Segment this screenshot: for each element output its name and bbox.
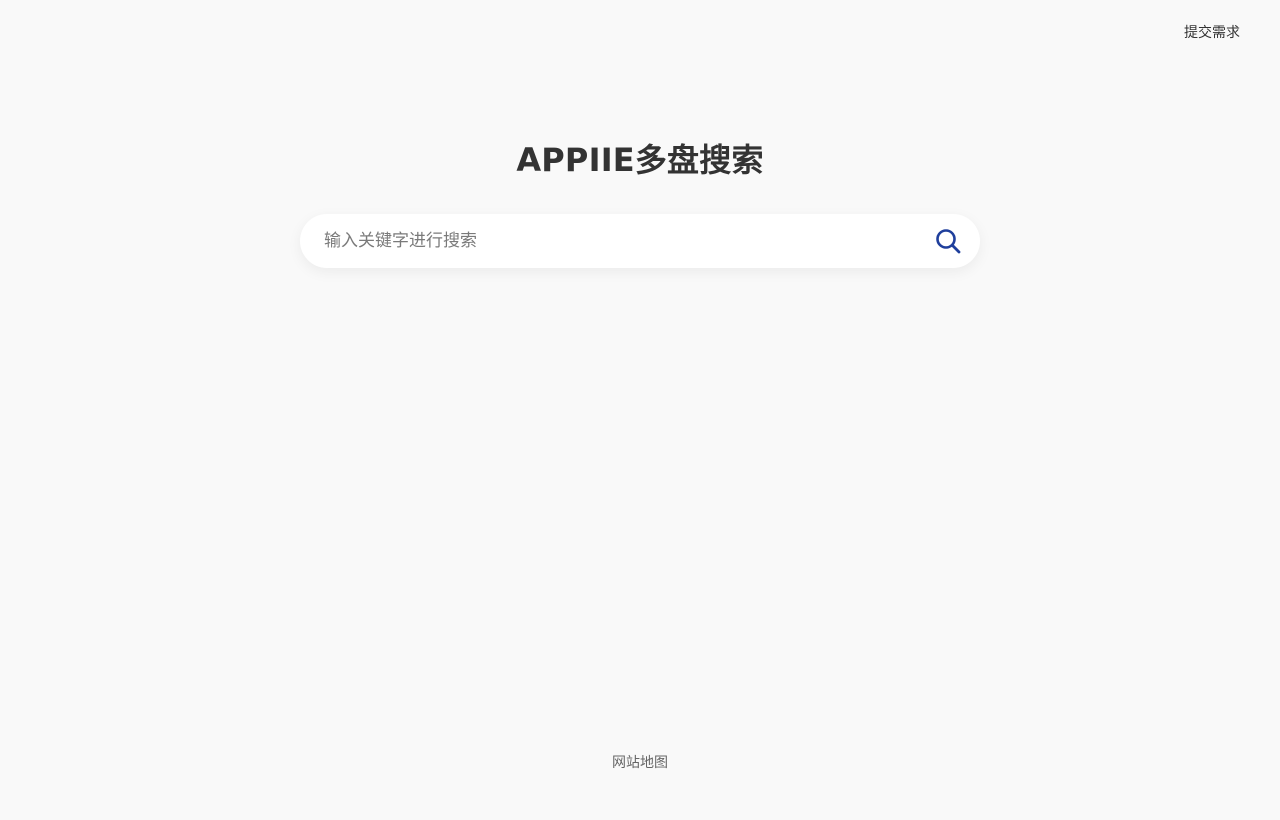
site-title: APPIIE多盘搜索 xyxy=(516,141,764,179)
footer: 网站地图 xyxy=(0,752,1280,773)
search-box xyxy=(300,214,980,268)
submit-request-link[interactable]: 提交需求 xyxy=(1184,23,1240,43)
search-input[interactable] xyxy=(324,214,914,268)
search-icon xyxy=(934,227,962,255)
sitemap-link[interactable]: 网站地图 xyxy=(612,755,668,771)
hero: APPIIE多盘搜索 xyxy=(0,138,1280,182)
search-button[interactable] xyxy=(934,227,962,255)
top-bar: 提交需求 xyxy=(0,0,1280,66)
